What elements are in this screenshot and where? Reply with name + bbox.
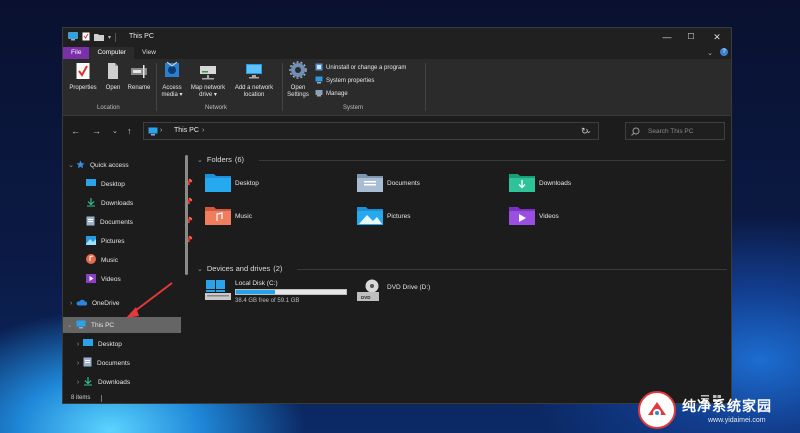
watermark-url: www.yidaimei.com: [708, 417, 766, 424]
watermark: 纯净系统家园 www.yidaimei.com: [638, 391, 798, 431]
watermark-title: 纯净系统家园: [682, 399, 772, 415]
watermark-logo-icon: [638, 391, 676, 429]
annotation-arrow-icon: [126, 282, 173, 318]
